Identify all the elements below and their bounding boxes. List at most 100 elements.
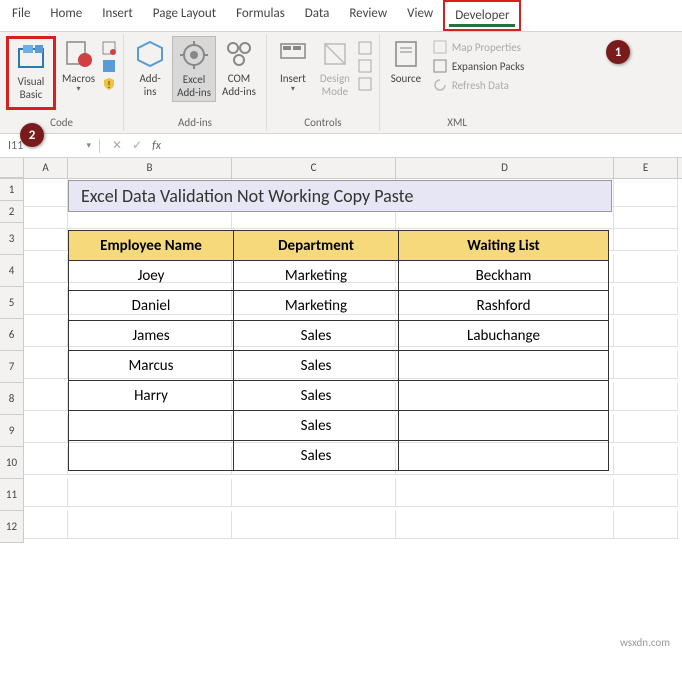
table-cell[interactable]: Sales [234, 441, 399, 471]
cell[interactable] [24, 351, 68, 379]
row-header[interactable]: 6 [0, 319, 24, 351]
cell[interactable] [614, 287, 678, 315]
table-cell[interactable] [399, 351, 609, 381]
cell[interactable] [614, 223, 678, 251]
row-header[interactable]: 1 [0, 179, 24, 201]
table-cell[interactable] [399, 381, 609, 411]
cell[interactable] [24, 319, 68, 347]
row-header[interactable]: 11 [0, 479, 24, 511]
record-macro-icon[interactable] [101, 40, 117, 56]
cell[interactable] [232, 511, 396, 539]
view-code-icon[interactable] [357, 58, 373, 74]
row-header[interactable]: 8 [0, 383, 24, 415]
name-box[interactable]: I11 ▾ [0, 139, 100, 153]
row-header[interactable]: 12 [0, 511, 24, 543]
tab-view[interactable]: View [397, 0, 443, 31]
tab-review[interactable]: Review [339, 0, 397, 31]
map-properties-icon [432, 39, 448, 55]
group-code: Visual Basic Macros ▾ ! Code [0, 34, 124, 131]
col-header-C[interactable]: C [232, 158, 396, 178]
row-header[interactable]: 10 [0, 447, 24, 479]
tab-page-layout[interactable]: Page Layout [143, 0, 226, 31]
row-header[interactable]: 5 [0, 287, 24, 319]
addins-button[interactable]: Add- ins [130, 36, 170, 100]
table-cell[interactable] [399, 411, 609, 441]
cell[interactable] [396, 479, 614, 507]
table-cell[interactable]: Sales [234, 381, 399, 411]
cell[interactable] [396, 511, 614, 539]
cell[interactable] [614, 415, 678, 443]
cell[interactable] [614, 351, 678, 379]
cell[interactable] [68, 511, 232, 539]
cell[interactable] [24, 447, 68, 475]
excel-addins-button[interactable]: Excel Add-ins [172, 36, 216, 102]
tab-developer[interactable]: Developer [443, 0, 521, 31]
col-header-A[interactable]: A [24, 158, 68, 178]
tab-insert[interactable]: Insert [92, 0, 143, 31]
cell[interactable] [232, 479, 396, 507]
macro-security-icon[interactable]: ! [101, 76, 117, 92]
row-header[interactable]: 7 [0, 351, 24, 383]
cell[interactable] [614, 319, 678, 347]
macros-icon [63, 38, 95, 70]
cell[interactable] [24, 511, 68, 539]
cell[interactable] [24, 287, 68, 315]
tab-file[interactable]: File [2, 0, 40, 31]
insert-controls-button[interactable]: Insert ▾ [273, 36, 313, 97]
cell[interactable] [24, 415, 68, 443]
table-cell[interactable]: Marketing [234, 261, 399, 291]
col-header-E[interactable]: E [614, 158, 678, 178]
row-header[interactable]: 3 [0, 223, 24, 255]
cell[interactable] [68, 479, 232, 507]
table-row: JoeyMarketingBeckham [69, 261, 609, 291]
cell[interactable] [24, 223, 68, 251]
table-cell[interactable]: Sales [234, 351, 399, 381]
cell[interactable] [24, 255, 68, 283]
row-header[interactable]: 9 [0, 415, 24, 447]
source-button[interactable]: Source [386, 36, 426, 87]
run-dialog-icon[interactable] [357, 76, 373, 92]
design-mode-button[interactable]: Design Mode [315, 36, 355, 100]
table-cell[interactable] [399, 441, 609, 471]
tab-home[interactable]: Home [40, 0, 92, 31]
table-cell[interactable]: Beckham [399, 261, 609, 291]
table-cell[interactable]: Harry [69, 381, 234, 411]
row-header[interactable]: 2 [0, 201, 24, 223]
expansion-packs-button[interactable]: Expansion Packs [428, 57, 528, 75]
fx-icon[interactable]: fx [152, 139, 161, 153]
chevron-down-icon: ▾ [86, 140, 91, 151]
table-cell[interactable] [69, 411, 234, 441]
table-row: HarrySales [69, 381, 609, 411]
spreadsheet-grid[interactable]: A B C D E 1 2 3 4 5 6 7 [0, 158, 682, 543]
table-cell[interactable]: Joey [69, 261, 234, 291]
table-cell[interactable]: James [69, 321, 234, 351]
cell[interactable] [24, 479, 68, 507]
properties-icon[interactable] [357, 40, 373, 56]
tab-data[interactable]: Data [295, 0, 340, 31]
col-header-B[interactable]: B [68, 158, 232, 178]
table-cell[interactable] [69, 441, 234, 471]
table-cell[interactable]: Rashford [399, 291, 609, 321]
row-header[interactable]: 4 [0, 255, 24, 287]
relative-ref-icon[interactable] [101, 58, 117, 74]
cell[interactable] [614, 447, 678, 475]
cell[interactable] [614, 383, 678, 411]
chevron-down-icon: ▾ [291, 85, 295, 95]
table-cell[interactable]: Marcus [69, 351, 234, 381]
tab-formulas[interactable]: Formulas [226, 0, 295, 31]
table-cell[interactable]: Sales [234, 321, 399, 351]
cell[interactable] [614, 255, 678, 283]
cell[interactable] [24, 383, 68, 411]
visual-basic-button[interactable]: Visual Basic [11, 39, 51, 103]
select-all-corner[interactable] [0, 158, 24, 178]
com-addins-button[interactable]: COM Add-ins [218, 36, 260, 100]
table-row: JamesSalesLabuchange [69, 321, 609, 351]
table-cell[interactable]: Marketing [234, 291, 399, 321]
table-cell[interactable]: Sales [234, 411, 399, 441]
cell[interactable] [614, 479, 678, 507]
col-header-D[interactable]: D [396, 158, 614, 178]
table-cell[interactable]: Daniel [69, 291, 234, 321]
macros-button[interactable]: Macros ▾ [58, 36, 99, 97]
cell[interactable] [614, 511, 678, 539]
table-cell[interactable]: Labuchange [399, 321, 609, 351]
